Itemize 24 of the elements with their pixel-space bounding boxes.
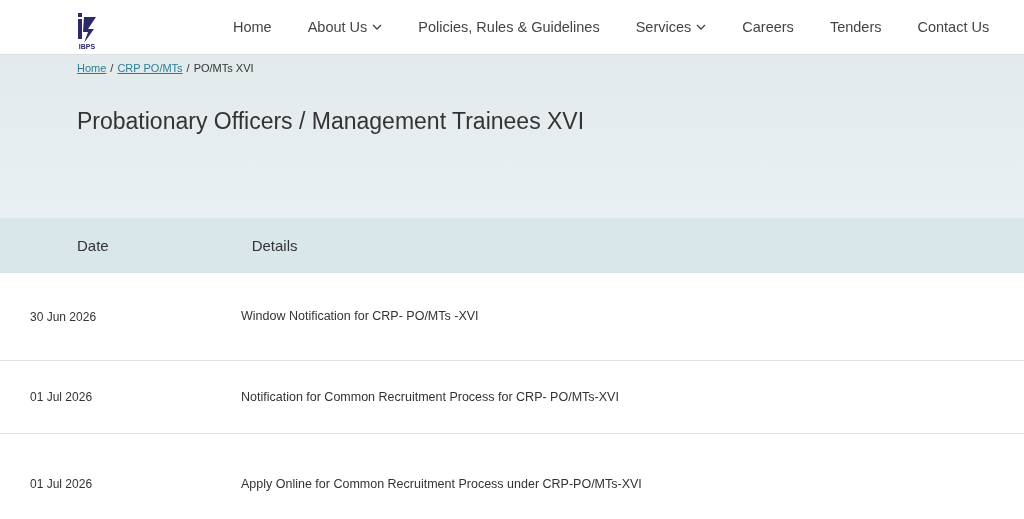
nav-link[interactable]: Policies, Rules & Guidelines: [400, 19, 618, 35]
details-link[interactable]: Apply Online for Common Recruitment Process under CRP-PO/MTs-XVI: [241, 472, 642, 496]
page-title: Probationary Officers / Management Trainees XVI: [77, 108, 586, 135]
breadcrumb-separator: /: [186, 62, 190, 74]
date-cell-text: 30 Jun 2026: [29, 309, 98, 324]
column-header: Details: [251, 237, 298, 254]
details-link[interactable]: Notification for Common Recruitment Process for CRP- PO/MTs-XVI: [241, 385, 619, 409]
date-cell-text: 01 Jul 2026: [29, 477, 94, 491]
breadcrumb-link[interactable]: Home: [77, 62, 107, 74]
nav-link[interactable]: Home: [215, 19, 290, 35]
breadcrumb-current: PO/MTs XVI: [193, 62, 254, 74]
column-header: Date: [77, 237, 109, 254]
breadcrumb-separator: /: [110, 62, 114, 74]
breadcrumb-link[interactable]: CRP PO/MTs: [117, 62, 183, 74]
nav-link[interactable]: Careers: [724, 19, 812, 35]
nav-link[interactable]: Contact Us: [899, 19, 1008, 35]
details-link[interactable]: Window Notification for CRP- PO/MTs -XVI: [241, 305, 479, 328]
date-cell-text: 01 Jul 2026: [29, 390, 94, 404]
nav-link[interactable]: Tenders: [811, 19, 900, 35]
chevron-down-icon: [372, 24, 383, 30]
nav-link[interactable]: Services: [617, 19, 725, 35]
chevron-down-icon: [696, 24, 707, 30]
logo-icon: [76, 13, 98, 43]
nav-link[interactable]: About Us: [289, 19, 401, 35]
